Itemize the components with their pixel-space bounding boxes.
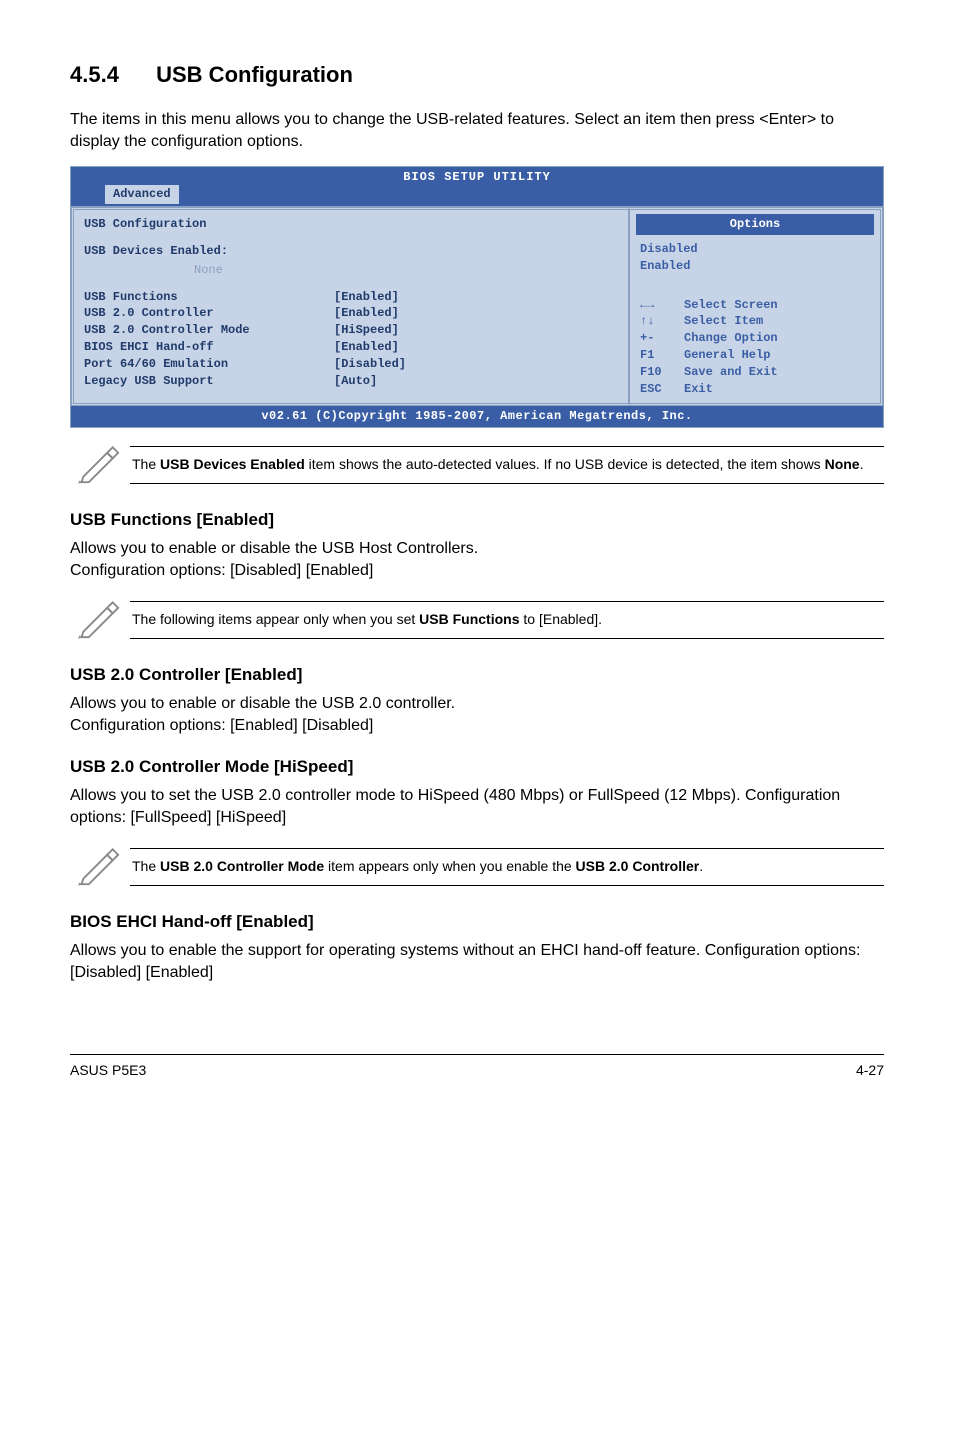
usb-functions-desc1: Allows you to enable or disable the USB … <box>70 538 884 560</box>
bios-help-label: Select Item <box>684 313 763 330</box>
bios-help-key: ←→ <box>640 297 684 314</box>
section-title: USB Configuration <box>156 62 353 87</box>
bios-help-label: Change Option <box>684 330 778 347</box>
bios-help-key: ESC <box>640 381 684 398</box>
bios-options-title: Options <box>636 214 874 235</box>
note-text: The USB Devices Enabled item shows the a… <box>130 446 884 484</box>
bios-devices-label: USB Devices Enabled: <box>84 243 618 260</box>
bios-option[interactable]: Enabled <box>640 258 870 275</box>
bios-option[interactable]: Disabled <box>640 241 870 258</box>
bios-devices-value: None <box>194 262 618 279</box>
bios-tab-advanced[interactable]: Advanced <box>105 185 179 204</box>
pencil-icon <box>70 440 126 490</box>
section-number: 4.5.4 <box>70 60 150 91</box>
note-box: The USB 2.0 Controller Mode item appears… <box>70 842 884 892</box>
bios-setting-row[interactable]: USB 2.0 Controller[Enabled] <box>84 305 618 322</box>
ehci-heading: BIOS EHCI Hand-off [Enabled] <box>70 910 884 934</box>
pencil-icon <box>70 842 126 892</box>
note-box: The USB Devices Enabled item shows the a… <box>70 440 884 490</box>
bios-help-label: Save and Exit <box>684 364 778 381</box>
bios-help-label: General Help <box>684 347 770 364</box>
pencil-icon <box>70 595 126 645</box>
bios-setting-row[interactable]: USB 2.0 Controller Mode[HiSpeed] <box>84 322 618 339</box>
bios-config-title: USB Configuration <box>84 216 618 233</box>
usb20-heading: USB 2.0 Controller [Enabled] <box>70 663 884 687</box>
note-text: The USB 2.0 Controller Mode item appears… <box>130 848 884 886</box>
footer-right: 4-27 <box>856 1061 884 1081</box>
page-footer: ASUS P5E3 4-27 <box>70 1054 884 1081</box>
bios-left-pane: USB Configuration USB Devices Enabled: N… <box>71 207 629 406</box>
ehci-desc: Allows you to enable the support for ope… <box>70 940 884 985</box>
bios-help: ←→Select Screen ↑↓Select Item +-Change O… <box>640 297 870 398</box>
bios-screenshot: BIOS SETUP UTILITY Advanced USB Configur… <box>70 166 884 429</box>
bios-setting-row[interactable]: BIOS EHCI Hand-off[Enabled] <box>84 339 618 356</box>
section-intro: The items in this menu allows you to cha… <box>70 109 884 154</box>
bios-help-key: F10 <box>640 364 684 381</box>
usb20mode-desc: Allows you to set the USB 2.0 controller… <box>70 785 884 830</box>
bios-help-label: Select Screen <box>684 297 778 314</box>
bios-help-key: F1 <box>640 347 684 364</box>
bios-setting-row[interactable]: Legacy USB Support[Auto] <box>84 373 618 390</box>
bios-setting-row[interactable]: USB Functions[Enabled] <box>84 289 618 306</box>
bios-setting-row[interactable]: Port 64/60 Emulation[Disabled] <box>84 356 618 373</box>
section-heading: 4.5.4 USB Configuration <box>70 60 884 91</box>
usb20mode-heading: USB 2.0 Controller Mode [HiSpeed] <box>70 755 884 779</box>
bios-footer: v02.61 (C)Copyright 1985-2007, American … <box>71 406 883 427</box>
bios-tab-row: Advanced <box>71 185 883 206</box>
footer-left: ASUS P5E3 <box>70 1061 146 1081</box>
usb20-desc1: Allows you to enable or disable the USB … <box>70 693 884 715</box>
bios-right-pane: Options Disabled Enabled ←→Select Screen… <box>629 207 883 406</box>
usb-functions-heading: USB Functions [Enabled] <box>70 508 884 532</box>
usb-functions-desc2: Configuration options: [Disabled] [Enabl… <box>70 560 884 582</box>
bios-help-label: Exit <box>684 381 713 398</box>
usb20-desc2: Configuration options: [Enabled] [Disabl… <box>70 715 884 737</box>
bios-header: BIOS SETUP UTILITY <box>71 167 883 186</box>
note-box: The following items appear only when you… <box>70 595 884 645</box>
note-text: The following items appear only when you… <box>130 601 884 639</box>
bios-settings: USB Functions[Enabled] USB 2.0 Controlle… <box>84 289 618 390</box>
bios-help-key: ↑↓ <box>640 313 684 330</box>
bios-help-key: +- <box>640 330 684 347</box>
